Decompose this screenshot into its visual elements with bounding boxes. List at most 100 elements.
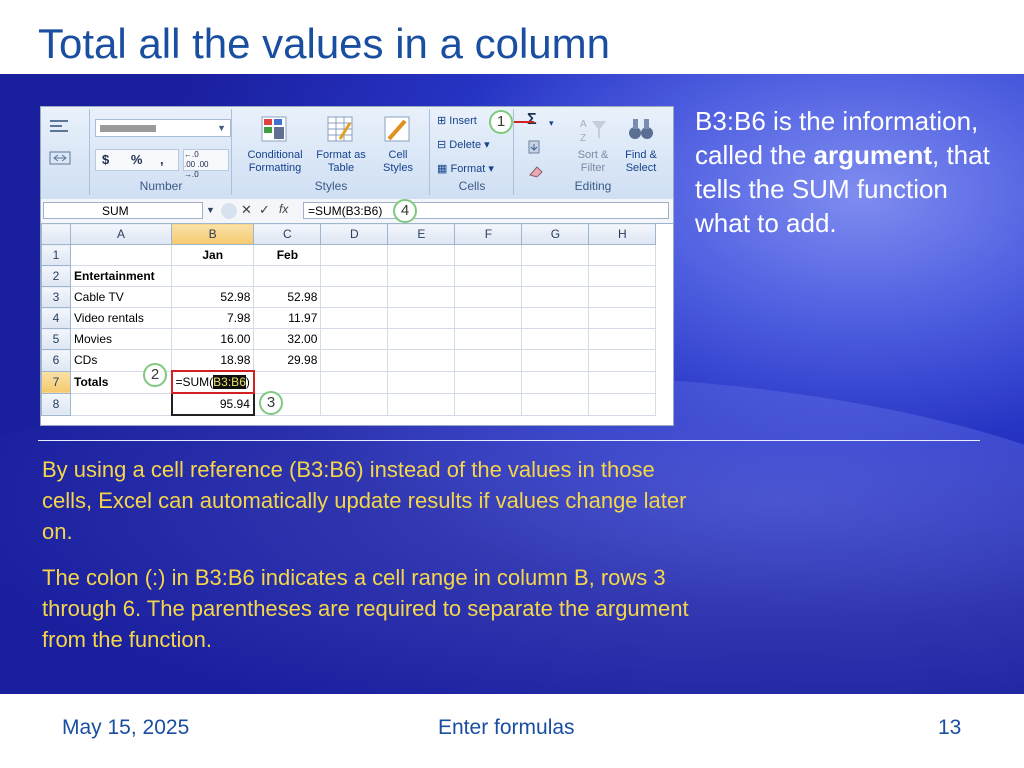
cell[interactable] — [521, 349, 590, 372]
enter-check-icon[interactable]: ✓ — [259, 202, 270, 218]
cell[interactable] — [521, 244, 590, 266]
select-all-corner[interactable] — [41, 223, 71, 245]
cell-a8[interactable] — [70, 392, 172, 416]
cell-b8-result[interactable]: 95.94 — [170, 392, 255, 416]
cell[interactable] — [320, 328, 389, 350]
format-as-table-button[interactable]: Format as Table — [313, 115, 369, 175]
merge-center-icon[interactable] — [49, 149, 71, 171]
cell[interactable] — [454, 307, 523, 329]
cell[interactable] — [454, 328, 523, 350]
cell-a4[interactable]: Video rentals — [70, 307, 172, 329]
column-header-b[interactable]: B — [170, 223, 255, 245]
cell[interactable] — [521, 307, 590, 329]
cell[interactable] — [521, 392, 590, 416]
cell[interactable] — [588, 244, 657, 266]
wrap-text-icon[interactable] — [49, 117, 71, 139]
conditional-formatting-button[interactable]: Conditional Formatting — [239, 115, 311, 175]
comma-button[interactable]: , — [160, 152, 164, 167]
name-box[interactable]: SUM — [43, 202, 203, 219]
cell[interactable] — [387, 328, 456, 350]
cell[interactable] — [320, 286, 389, 308]
cell-a2[interactable]: Entertainment — [70, 265, 172, 287]
cell[interactable] — [320, 244, 389, 266]
insert-button[interactable]: ⊞ Insert — [437, 115, 477, 128]
column-header-h[interactable]: H — [588, 223, 657, 245]
cell-b2[interactable] — [170, 265, 255, 287]
cell-c1[interactable]: Feb — [253, 244, 322, 266]
column-header-a[interactable]: A — [70, 223, 172, 245]
cell-c6[interactable]: 29.98 — [253, 349, 322, 372]
cell[interactable] — [320, 307, 389, 329]
cell[interactable] — [387, 370, 456, 394]
currency-button[interactable]: $ — [102, 152, 109, 167]
cell[interactable] — [320, 349, 389, 372]
percent-button[interactable]: % — [131, 152, 143, 167]
cell[interactable] — [454, 392, 523, 416]
delete-button[interactable]: ⊟ Delete ▾ — [437, 139, 490, 152]
cell[interactable] — [588, 265, 657, 287]
column-header-e[interactable]: E — [387, 223, 456, 245]
row-header[interactable]: 6 — [41, 349, 71, 372]
row-header[interactable]: 1 — [41, 244, 71, 266]
cell-styles-button[interactable]: Cell Styles — [373, 115, 423, 175]
cell-a3[interactable]: Cable TV — [70, 286, 172, 308]
cell[interactable] — [454, 370, 523, 394]
cell[interactable] — [387, 349, 456, 372]
cell[interactable] — [588, 392, 657, 416]
cell[interactable] — [387, 265, 456, 287]
column-header-c[interactable]: C — [253, 223, 322, 245]
cell[interactable] — [521, 286, 590, 308]
cell[interactable] — [521, 328, 590, 350]
cell[interactable] — [320, 392, 389, 416]
format-button[interactable]: ▦ Format ▾ — [437, 163, 494, 176]
cell-c5[interactable]: 32.00 — [253, 328, 322, 350]
cell-b3[interactable]: 52.98 — [170, 286, 255, 308]
cell[interactable] — [320, 370, 389, 394]
cell-c7[interactable] — [253, 370, 322, 394]
cell[interactable] — [521, 265, 590, 287]
decimal-buttons[interactable]: ←.0.00 .00 →.0 — [183, 149, 229, 179]
cell-c3[interactable]: 52.98 — [253, 286, 322, 308]
cell-c2[interactable] — [253, 265, 322, 287]
cell[interactable] — [588, 286, 657, 308]
sort-filter-button[interactable]: AZ Sort & Filter — [571, 115, 615, 175]
cell[interactable] — [387, 286, 456, 308]
cell[interactable] — [454, 265, 523, 287]
cell[interactable] — [588, 370, 657, 394]
column-header-f[interactable]: F — [454, 223, 523, 245]
cancel-icon[interactable]: ✕ — [241, 202, 252, 218]
cell[interactable] — [454, 286, 523, 308]
fill-icon[interactable] — [527, 139, 543, 159]
autosum-button[interactable]: Σ — [527, 112, 537, 128]
cell[interactable] — [521, 370, 590, 394]
cell-b6[interactable]: 18.98 — [170, 349, 255, 372]
cell-c4[interactable]: 11.97 — [253, 307, 322, 329]
cell[interactable] — [588, 307, 657, 329]
row-header[interactable]: 5 — [41, 328, 71, 350]
cell-b7-editing[interactable]: =SUM(B3:B6) — [170, 370, 255, 394]
row-header[interactable]: 8 — [41, 392, 71, 416]
cell-b5[interactable]: 16.00 — [170, 328, 255, 350]
cell-a5[interactable]: Movies — [70, 328, 172, 350]
cell[interactable] — [588, 349, 657, 372]
number-format-dropdown[interactable]: ▼ — [95, 119, 231, 137]
cell[interactable] — [454, 244, 523, 266]
column-header-d[interactable]: D — [320, 223, 389, 245]
find-select-button[interactable]: Find & Select — [617, 115, 665, 175]
cell[interactable] — [387, 392, 456, 416]
column-header-g[interactable]: G — [521, 223, 590, 245]
cell[interactable] — [454, 349, 523, 372]
name-box-dropdown-icon[interactable]: ▼ — [206, 205, 215, 215]
cell-b1[interactable]: Jan — [170, 244, 255, 266]
cell[interactable] — [320, 265, 389, 287]
row-header[interactable]: 3 — [41, 286, 71, 308]
row-header[interactable]: 2 — [41, 265, 71, 287]
formula-bar-handle-icon[interactable] — [221, 203, 237, 219]
insert-function-button[interactable]: fx — [279, 202, 288, 216]
row-header[interactable]: 7 — [41, 370, 71, 394]
cell[interactable] — [387, 244, 456, 266]
cell-a1[interactable] — [70, 244, 172, 266]
cell-b4[interactable]: 7.98 — [170, 307, 255, 329]
formula-input[interactable]: =SUM(B3:B6) — [303, 202, 669, 219]
cell[interactable] — [387, 307, 456, 329]
